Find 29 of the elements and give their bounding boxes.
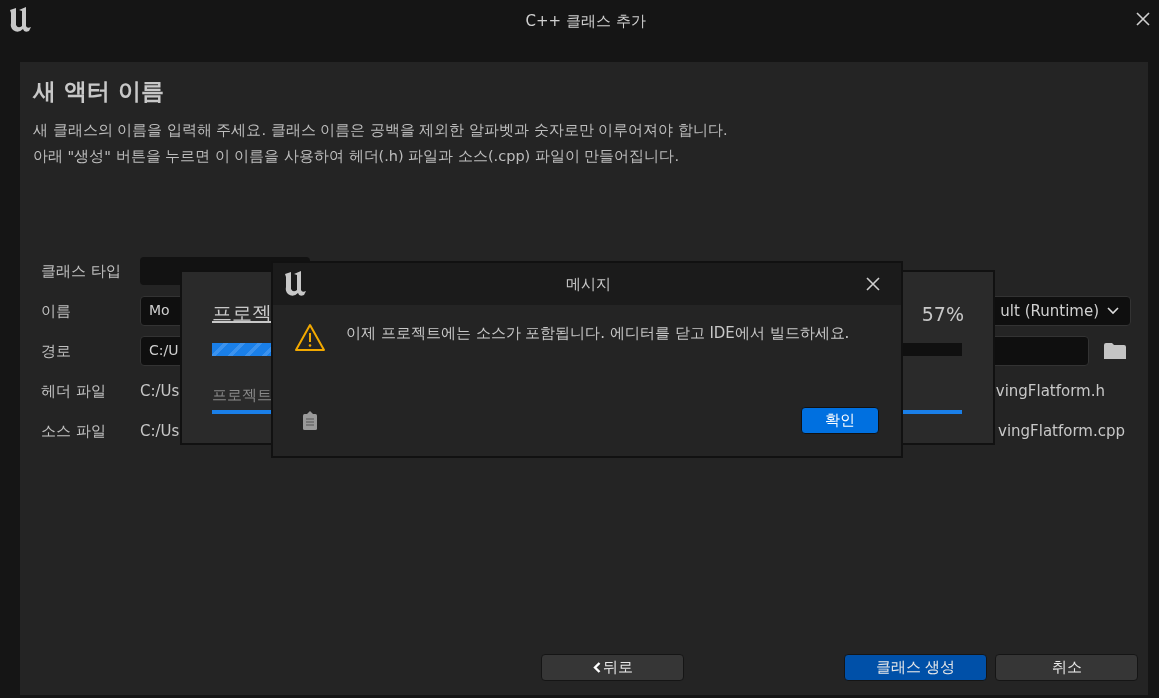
header-file-path: vingFlatform.h	[995, 382, 1105, 400]
warning-icon	[294, 323, 326, 352]
close-icon[interactable]	[1135, 11, 1151, 27]
clipboard-icon[interactable]	[302, 411, 318, 430]
chevron-icon	[1107, 307, 1119, 315]
window-title: C++ 클래스 추가	[524, 12, 647, 31]
back-button[interactable]: 뒤로	[541, 654, 684, 681]
field-label: 이름	[41, 301, 72, 321]
field-label: 소스 파일	[41, 421, 107, 441]
folder-icon[interactable]	[1104, 343, 1126, 359]
create-button[interactable]: 클래스 생성	[844, 654, 987, 681]
progress-percent: 57%	[921, 302, 964, 325]
source-file-path: vingFlatform.cpp	[998, 422, 1125, 440]
description-text: 아래 "생성" 버튼을 누르면 이 이름을 사용하여 헤더(.h) 파일과 소스(.cpp) 파일이 만들어집니다.	[33, 147, 681, 166]
header-file-path: C:/Us	[140, 382, 180, 400]
field-label: 경로	[41, 341, 72, 361]
description-text: 새 클래스의 이름을 입력해 주세요. 클래스 이름은 공백을 제외한 알파벳과 숫자로만 이루어져야 합니다.	[33, 121, 729, 140]
message-text: 이제 프로젝트에는 소스가 포함됩니다. 에디터를 닫고 IDE에서 빌드하세요.	[346, 324, 850, 343]
ok-button[interactable]: 확인	[801, 407, 879, 434]
close-icon[interactable]	[865, 276, 881, 292]
heading: 새 액터 이름	[33, 77, 165, 106]
cancel-button[interactable]: 취소	[995, 654, 1138, 681]
dialog-title: 메시지	[564, 274, 612, 294]
progress-status: 프로젝트	[212, 386, 273, 405]
source-file-path: C:/Us	[140, 422, 180, 440]
field-label: 헤더 파일	[41, 381, 107, 401]
progress-title: 프로젝	[212, 300, 272, 327]
field-label: 클래스 타입	[41, 261, 122, 281]
chevron-icon	[592, 662, 601, 673]
